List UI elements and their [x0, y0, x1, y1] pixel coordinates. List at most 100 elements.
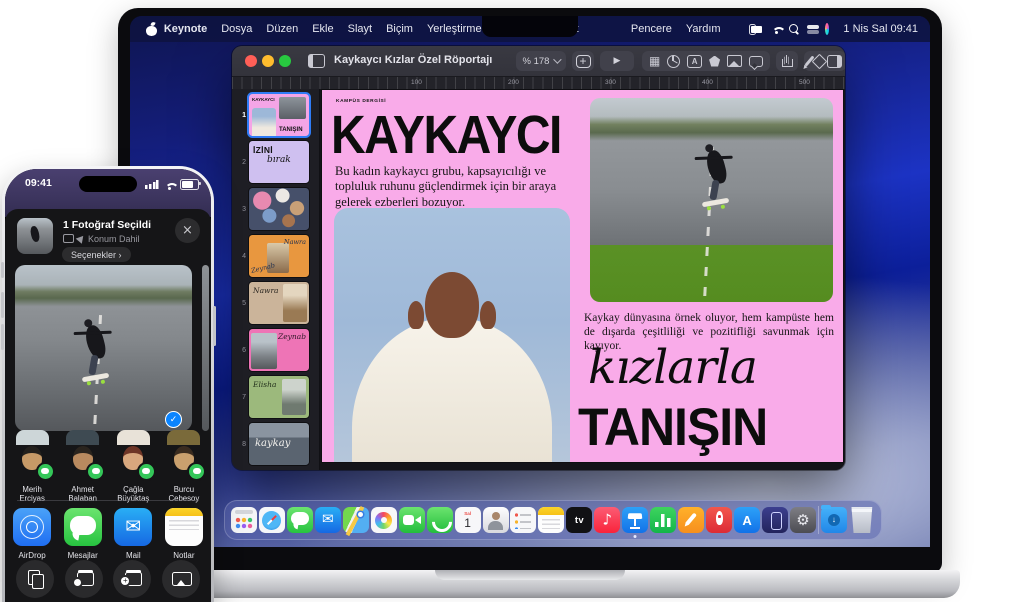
zoom-level-dropdown[interactable]: % 178 — [516, 51, 566, 71]
share-messages[interactable]: Mesajlar — [59, 508, 106, 560]
dock-photos-icon[interactable] — [371, 507, 397, 533]
menu-bicim[interactable]: Biçim — [386, 23, 413, 35]
dock-iphone-mirroring-icon[interactable] — [762, 507, 788, 533]
add-to-shared-album-button[interactable] — [65, 560, 103, 598]
share-sheet-subtitle: Konum Dahil — [63, 234, 140, 244]
dock-reminders-icon[interactable] — [510, 507, 536, 533]
copy-button[interactable] — [16, 560, 54, 598]
dock-numbers-icon[interactable] — [650, 507, 676, 533]
dock-contacts-icon[interactable] — [483, 507, 509, 533]
dock-settings-icon[interactable]: ⚙ — [790, 507, 816, 533]
text-tool-icon[interactable]: A — [687, 55, 702, 68]
dock-maps-icon[interactable] — [343, 507, 369, 533]
share-mail[interactable]: ✉ Mail — [110, 508, 157, 560]
slide-thumbnail-6[interactable]: Zeynab — [249, 329, 309, 371]
slide-intro-text[interactable]: Bu kadın kaykaycı grubu, kapsayıcılığı v… — [335, 164, 577, 210]
menu-duzen[interactable]: Düzen — [266, 23, 298, 35]
action-button[interactable] — [1, 262, 4, 278]
dock-rocket-icon[interactable] — [706, 507, 732, 533]
slide-closing-word[interactable]: TANIŞIN — [578, 396, 767, 457]
close-window-button[interactable] — [245, 55, 257, 67]
add-slide-button[interactable] — [572, 51, 594, 71]
share-sheet: 1 Fotoğraf Seçildi Konum Dahil Seçenekle… — [5, 209, 211, 602]
slide-script-word[interactable]: kızlarla — [588, 340, 757, 395]
slide-thumbnail-3[interactable] — [249, 188, 309, 230]
table-icon[interactable]: ▦ — [649, 55, 660, 67]
share-notes[interactable]: Notlar — [160, 508, 207, 560]
dock-notes-icon[interactable] — [538, 507, 564, 533]
menu-dosya[interactable]: Dosya — [221, 23, 252, 35]
media-icon[interactable] — [727, 55, 742, 67]
minimize-window-button[interactable] — [262, 55, 274, 67]
dock-mail-icon[interactable]: ✉ — [315, 507, 341, 533]
dock-trash-icon[interactable] — [849, 507, 875, 533]
keynote-titlebar[interactable]: Kaykaycı Kızlar Özel Röportajı % 178 ▶ ▦… — [232, 46, 845, 76]
app-label: AirDrop — [19, 551, 46, 560]
menu-ekle[interactable]: Ekle — [312, 23, 333, 35]
contact-last-name: Büyüktaş — [117, 494, 149, 503]
slide-photo-portrait[interactable] — [334, 208, 570, 462]
dock-pages-icon[interactable] — [678, 507, 704, 533]
contact-cagla[interactable]: ÇağlaBüyüktaş — [110, 439, 157, 504]
iphone-screen: 09:41 1 Fotoğraf Seçildi Konum Dahil Seç… — [5, 169, 211, 602]
document-panel-icon[interactable] — [827, 55, 842, 68]
sidebar-toggle-icon[interactable] — [308, 54, 325, 68]
play-button[interactable]: ▶ — [600, 51, 634, 71]
options-button[interactable]: Seçenekler › — [62, 247, 131, 262]
slide-thumbnail-4[interactable]: Nawra Zeynab — [249, 235, 309, 277]
volume-up-button[interactable] — [1, 292, 4, 318]
dock-facetime-icon[interactable] — [399, 507, 425, 533]
shape-icon[interactable] — [709, 56, 720, 67]
dock-phone-icon[interactable] — [427, 507, 453, 533]
current-slide[interactable]: KAMPÜS DERGİSİ KAYKAYCI Bu kadın kaykayc… — [322, 90, 843, 462]
dock-music-icon[interactable]: ♪ — [594, 507, 620, 533]
control-center-icon[interactable] — [807, 25, 812, 34]
dock-messages-icon[interactable] — [287, 507, 313, 533]
slide-photo-skater[interactable] — [590, 98, 833, 302]
contact-ahmet[interactable]: AhmetBalaban — [59, 439, 106, 504]
dock-launchpad-icon[interactable] — [231, 507, 257, 533]
battery-icon[interactable] — [749, 24, 757, 35]
contact-burcu[interactable]: BurcuCebesoy — [160, 439, 207, 504]
menu-slayt[interactable]: Slayt — [348, 23, 372, 35]
dock-downloads-icon[interactable] — [821, 507, 847, 533]
slide-thumbnail-7[interactable]: Elisha — [249, 376, 309, 418]
share-icon — [782, 55, 793, 67]
animate-icon[interactable] — [811, 53, 827, 69]
add-to-album-button[interactable] — [113, 560, 151, 598]
share-airdrop[interactable]: AirDrop — [9, 508, 56, 560]
screen-mirroring-button[interactable] — [162, 560, 200, 598]
menu-yerlestirme[interactable]: Yerleştirme — [427, 23, 482, 35]
menu-keynote[interactable]: Keynote — [164, 23, 207, 35]
spotlight-search-icon[interactable] — [789, 24, 793, 35]
menu-pencere[interactable]: Pencere — [631, 23, 672, 35]
apple-menu-icon[interactable] — [146, 23, 150, 36]
slide-thumbnail-1[interactable]: KAYKAYCI TANIŞIN — [249, 94, 309, 136]
slide-headline[interactable]: KAYKAYCI — [331, 105, 561, 167]
menu-yardim[interactable]: Yardım — [686, 23, 721, 35]
share-button[interactable] — [776, 51, 798, 71]
volume-down-button[interactable] — [1, 324, 4, 350]
slide-thumbnail-5[interactable]: Nawra — [249, 282, 309, 324]
side-button[interactable] — [213, 306, 216, 346]
photo-preview[interactable] — [15, 265, 192, 431]
siri-icon[interactable] — [825, 23, 829, 35]
menu-clock[interactable]: 1 Nis Sal 09:41 — [843, 23, 918, 35]
dock-safari-icon[interactable] — [259, 507, 285, 533]
chart-icon[interactable] — [667, 55, 680, 68]
contact-merih[interactable]: MerihErciyas — [9, 439, 56, 504]
dock-calendar-icon[interactable]: Sal 1 — [455, 507, 481, 533]
slide-thumbnail-2[interactable]: İZİNİ bırak — [249, 141, 309, 183]
close-button[interactable]: × — [175, 218, 200, 243]
slide-eyebrow[interactable]: KAMPÜS DERGİSİ — [336, 99, 386, 104]
zoom-window-button[interactable] — [279, 55, 291, 67]
next-photo-edge[interactable] — [202, 265, 209, 431]
comment-icon[interactable] — [749, 56, 763, 67]
wifi-icon[interactable] — [770, 24, 775, 34]
slide-thumbnail-8[interactable]: kaykay — [249, 423, 309, 465]
thumb-photo — [283, 284, 307, 322]
dock-appstore-icon[interactable]: A — [734, 507, 760, 533]
dock-appletv-icon[interactable]: tv — [566, 507, 592, 533]
location-arrow-icon — [76, 233, 87, 244]
dock-keynote-icon[interactable] — [622, 507, 648, 533]
